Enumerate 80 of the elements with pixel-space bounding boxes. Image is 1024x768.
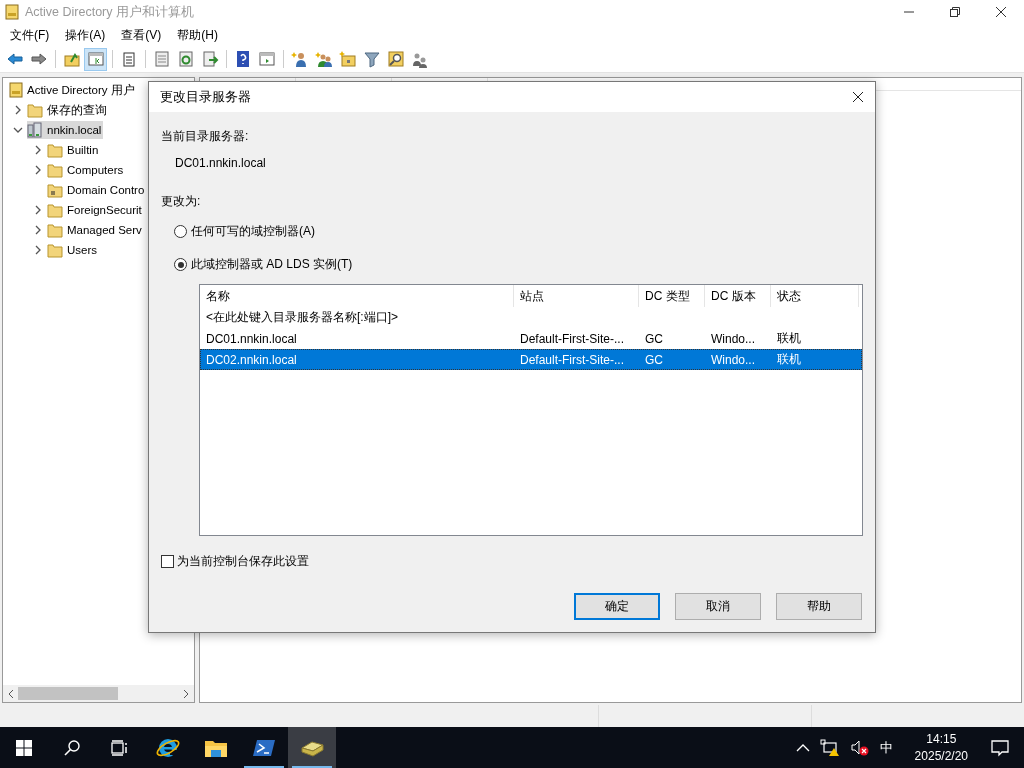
folder-icon bbox=[47, 202, 63, 218]
chevron-right-icon[interactable] bbox=[33, 165, 43, 175]
tree-item[interactable]: nnkin.local bbox=[27, 121, 104, 139]
table-cell-text: Windo... bbox=[710, 352, 756, 367]
clock-time[interactable]: 14:15 bbox=[926, 730, 957, 748]
speaker-muted-icon[interactable] bbox=[849, 738, 870, 757]
scroll-left-icon[interactable] bbox=[6, 688, 16, 699]
tree-pane-icon[interactable] bbox=[84, 47, 107, 71]
tree-item[interactable]: ForeignSecurit bbox=[47, 201, 144, 219]
close-icon bbox=[995, 6, 1007, 18]
menu-item[interactable]: 帮助(H) bbox=[171, 24, 224, 46]
tree-item[interactable]: Active Directory 用户 bbox=[9, 81, 137, 99]
network-warning-icon[interactable] bbox=[819, 738, 840, 757]
table-cell-text: GC bbox=[644, 352, 664, 367]
folder-icon bbox=[47, 162, 63, 178]
windows-logo-icon bbox=[16, 739, 32, 756]
folder-icon bbox=[47, 142, 63, 158]
table-cell-text: Default-First-Site-... bbox=[519, 352, 625, 367]
table-cell-text: Windo... bbox=[710, 331, 756, 346]
list-row[interactable]: DC02.nnkin.local Default-First-Site-... GC Windo... 联机 bbox=[200, 349, 862, 370]
chevron-right-icon[interactable] bbox=[13, 105, 23, 115]
radio-button[interactable] bbox=[174, 225, 187, 238]
scrollbar-thumb[interactable] bbox=[18, 687, 118, 700]
save-setting-checkbox[interactable]: 为当前控制台保存此设置 bbox=[161, 553, 862, 570]
column-header[interactable]: 名称 bbox=[200, 285, 514, 307]
scroll-right-icon[interactable] bbox=[181, 688, 191, 699]
directory-app-icon bbox=[9, 82, 23, 98]
folder-icon bbox=[47, 182, 63, 198]
table-cell-text: DC01.nnkin.local bbox=[205, 331, 298, 346]
table-cell-text: 联机 bbox=[776, 351, 802, 368]
app-icon bbox=[5, 4, 19, 20]
table-cell-text: GC bbox=[644, 331, 664, 346]
directory-app-icon[interactable] bbox=[288, 727, 336, 768]
tree-item[interactable]: Builtin bbox=[47, 141, 101, 159]
tree-item[interactable]: Managed Serv bbox=[47, 221, 144, 239]
list-row[interactable]: DC01.nnkin.local Default-First-Site-... GC Windo... 联机 bbox=[200, 328, 862, 349]
chevron-right-icon[interactable] bbox=[33, 245, 43, 255]
column-header[interactable]: DC 类型 bbox=[639, 285, 705, 307]
tree-item[interactable]: Users bbox=[47, 241, 100, 259]
clock-date[interactable]: 2025/2/20 bbox=[914, 747, 968, 765]
restore-icon bbox=[949, 6, 961, 18]
menu-item[interactable]: 查看(V) bbox=[115, 24, 168, 46]
column-header[interactable]: 状态 bbox=[771, 285, 859, 307]
chevron-right-icon[interactable] bbox=[33, 145, 43, 155]
column-header[interactable]: DC 版本 bbox=[705, 285, 771, 307]
radio-option[interactable]: 任何可写的域控制器(A) bbox=[174, 223, 862, 240]
chevron-down-icon[interactable] bbox=[13, 125, 23, 135]
dialog-button[interactable]: 取消 bbox=[675, 593, 761, 620]
table-cell-text: DC02.nnkin.local bbox=[205, 352, 298, 367]
radio-option[interactable]: 此域控制器或 AD LDS 实例(T) bbox=[174, 256, 862, 273]
dialog-button[interactable]: 帮助 bbox=[776, 593, 862, 620]
tree-item[interactable]: Computers bbox=[47, 161, 126, 179]
checkbox[interactable] bbox=[161, 555, 174, 568]
chevron-up-icon[interactable] bbox=[795, 742, 810, 753]
dialog-button[interactable]: 确定 bbox=[574, 593, 660, 620]
field-label: 当前目录服务器: bbox=[161, 128, 250, 145]
input-method-indicator[interactable]: 中 bbox=[879, 738, 893, 757]
entry-row[interactable]: <在此处键入目录服务器名称[:端口]> bbox=[200, 307, 862, 328]
dialog-title: 更改目录服务器 bbox=[160, 88, 251, 106]
menu-item[interactable]: 操作(A) bbox=[59, 24, 112, 46]
server-name: DC01.nnkin.local bbox=[175, 156, 267, 170]
close-icon bbox=[852, 91, 864, 103]
notification-icon[interactable] bbox=[990, 737, 1010, 758]
window-title: Active Directory 用户和计算机 bbox=[25, 3, 194, 21]
tree-item[interactable]: Domain Contro bbox=[47, 181, 147, 199]
field-label: 更改为: bbox=[161, 193, 202, 210]
chevron-right-icon[interactable] bbox=[33, 205, 43, 215]
folder-icon bbox=[27, 102, 43, 118]
folder-icon bbox=[47, 242, 63, 258]
search-icon bbox=[63, 738, 81, 757]
folder-icon bbox=[47, 222, 63, 238]
table-cell-text: 联机 bbox=[776, 330, 802, 347]
radio-button[interactable] bbox=[174, 258, 187, 271]
table-cell-text: Default-First-Site-... bbox=[519, 331, 625, 346]
tree-item[interactable]: 保存的查询 bbox=[27, 101, 109, 119]
column-header[interactable]: 站点 bbox=[514, 285, 639, 307]
servers-icon bbox=[27, 122, 43, 138]
task-view-icon bbox=[111, 739, 129, 756]
menu-item[interactable]: 文件(F) bbox=[4, 24, 56, 46]
chevron-right-icon[interactable] bbox=[33, 225, 43, 235]
